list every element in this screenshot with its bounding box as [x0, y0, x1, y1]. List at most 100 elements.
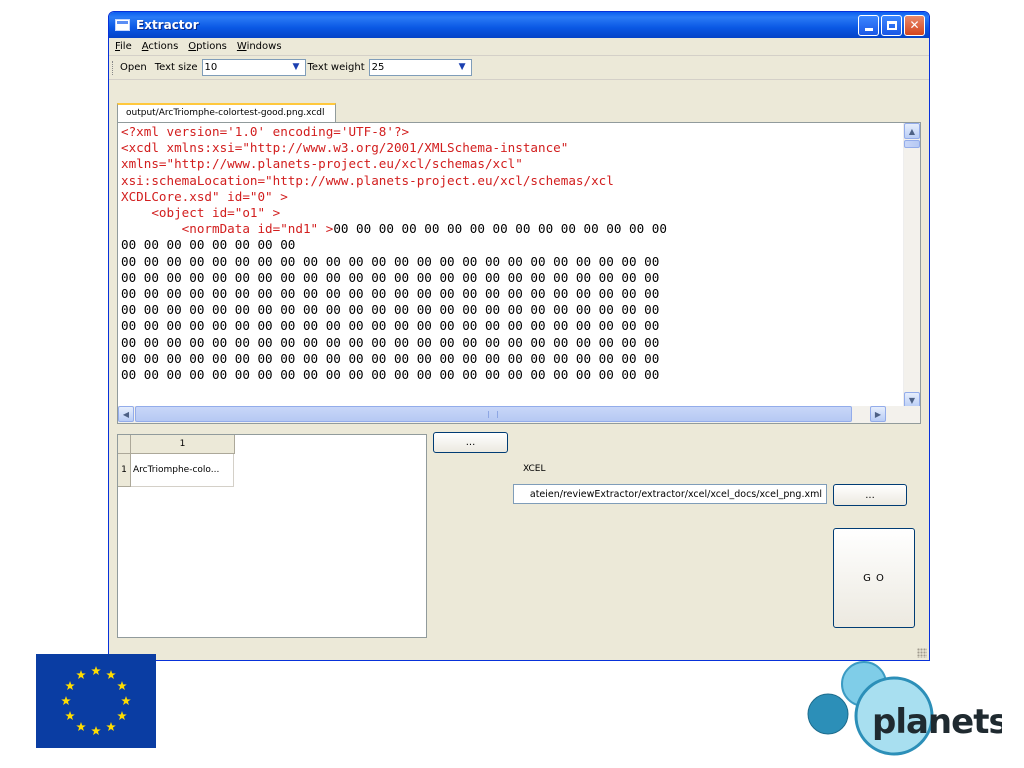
- scroll-left-icon[interactable]: ◀: [118, 406, 134, 422]
- code-line: <xcdl xmlns:xsi="http://www.w3.org/2001/…: [121, 140, 896, 156]
- eu-star-icon: [106, 670, 116, 680]
- hex-data-text: 00 00 00 00 00 00 00 00 00 00 00 00 00 0…: [121, 253, 660, 269]
- eu-stars: [61, 666, 131, 736]
- toolbar: Open Text size 10 ▼ Text weight 25 ▼: [109, 56, 929, 80]
- scroll-right-icon[interactable]: ▶: [870, 406, 886, 422]
- row-header[interactable]: 1: [118, 454, 131, 487]
- window-title: Extractor: [136, 18, 199, 32]
- title-bar[interactable]: Extractor ✕: [109, 12, 929, 38]
- vertical-scrollbar[interactable]: ▲ ▼: [903, 123, 920, 408]
- menu-bar: File Actions Options Windows: [109, 38, 929, 56]
- close-button[interactable]: ✕: [904, 14, 925, 36]
- hex-data-text: 00 00 00 00 00 00 00 00 00 00 00 00 00 0…: [121, 350, 660, 366]
- code-line: 00 00 00 00 00 00 00 00 00 00 00 00 00 0…: [121, 367, 896, 383]
- maximize-button[interactable]: [881, 14, 902, 36]
- menu-options-mnemonic: O: [188, 41, 197, 52]
- hex-data-text: 00 00 00 00 00 00 00 00 00 00 00 00 00 0…: [121, 302, 660, 318]
- minimize-icon: [864, 27, 873, 31]
- eu-star-icon: [106, 721, 116, 732]
- minimize-button[interactable]: [858, 14, 879, 36]
- eu-star-icon: [117, 711, 127, 721]
- code-line: xsi:schemaLocation="http://www.planets-p…: [121, 173, 896, 189]
- chevron-down-icon: ▼: [458, 62, 466, 72]
- xml-line-text: <?xml version='1.0' encoding='UTF-8'?>: [121, 124, 410, 139]
- column-header[interactable]: 1: [131, 435, 235, 454]
- table-corner: [118, 435, 131, 454]
- horizontal-scrollbar[interactable]: ◀ ▶: [118, 406, 920, 423]
- text-weight-value: 25: [371, 62, 385, 73]
- code-line: 00 00 00 00 00 00 00 00 00 00 00 00 00 0…: [121, 270, 896, 286]
- text-weight-select[interactable]: 25 ▼: [368, 59, 472, 76]
- code-line: 00 00 00 00 00 00 00 00 00 00 00 00 00 0…: [121, 318, 896, 334]
- tab-xcdl-file[interactable]: output/ArcTriomphe-colortest-good.png.xc…: [117, 103, 336, 123]
- menu-file-label: ile: [120, 41, 132, 52]
- code-line: 00 00 00 00 00 00 00 00 00 00 00 00 00 0…: [121, 335, 896, 351]
- code-line: xmlns="http://www.planets-project.eu/xcl…: [121, 156, 896, 172]
- table-cell-file[interactable]: ArcTriomphe-colo...: [131, 454, 234, 487]
- extractor-window: Extractor ✕ File Actions Options Windows…: [108, 11, 930, 661]
- go-button[interactable]: G O: [833, 528, 915, 628]
- code-line: 00 00 00 00 00 00 00 00 00 00 00 00 00 0…: [121, 254, 896, 270]
- code-line: 00 00 00 00 00 00 00 00 00 00 00 00 00 0…: [121, 302, 896, 318]
- scroll-up-icon[interactable]: ▲: [904, 123, 920, 139]
- menu-options-label: ptions: [196, 41, 227, 52]
- code-line: XCDLCore.xsd" id="0" >: [121, 189, 896, 205]
- xml-line-text: <normData id="nd1" >: [121, 221, 334, 237]
- xml-line-text: <xcdl xmlns:xsi="http://www.w3.org/2001/…: [121, 140, 569, 156]
- document-tabs: output/ArcTriomphe-colortest-good.png.xc…: [117, 103, 336, 123]
- hex-data-text: 00 00 00 00 00 00 00 00 00 00 00 00 00 0…: [333, 221, 667, 237]
- files-table[interactable]: 1 1 ArcTriomphe-colo...: [117, 434, 427, 638]
- eu-star-icon: [65, 711, 75, 721]
- hex-data-text: 00 00 00 00 00 00 00 00 00 00 00 00 00 0…: [121, 318, 660, 334]
- menu-actions-label: ctions: [148, 41, 179, 52]
- code-line: 00 00 00 00 00 00 00 00 00 00 00 00 00 0…: [121, 351, 896, 367]
- eu-star-icon: [91, 726, 101, 736]
- menu-windows[interactable]: Windows: [234, 41, 289, 52]
- eu-star-icon: [117, 681, 127, 691]
- xcel-browse-button[interactable]: ...: [833, 484, 907, 506]
- xcel-label: XCEL: [523, 464, 546, 474]
- code-line: <?xml version='1.0' encoding='UTF-8'?>: [121, 124, 896, 140]
- eu-star-icon: [91, 666, 101, 676]
- hex-data-text: 00 00 00 00 00 00 00 00: [121, 237, 296, 253]
- open-button[interactable]: Open: [120, 62, 147, 73]
- code-line: 00 00 00 00 00 00 00 00: [121, 237, 896, 253]
- menu-windows-mnemonic: W: [236, 41, 247, 52]
- xcel-path-input[interactable]: ateien/reviewExtractor/extractor/xcel/xc…: [513, 484, 827, 504]
- xcdl-text[interactable]: <?xml version='1.0' encoding='UTF-8'?> <x…: [121, 124, 896, 408]
- close-icon: ✕: [909, 18, 920, 32]
- text-weight-label: Text weight: [307, 62, 365, 73]
- eu-flag-logo: [36, 654, 156, 748]
- text-size-label: Text size: [154, 62, 198, 73]
- menu-options[interactable]: Options: [185, 41, 234, 52]
- svg-text:planets: planets: [872, 702, 1002, 742]
- hex-data-text: 00 00 00 00 00 00 00 00 00 00 00 00 00 0…: [121, 367, 660, 383]
- horizontal-scroll-thumb[interactable]: [135, 406, 852, 422]
- browse-button[interactable]: ...: [433, 432, 508, 453]
- eu-star-icon: [121, 696, 131, 706]
- menu-actions[interactable]: Actions: [139, 41, 186, 52]
- resize-grip[interactable]: [917, 648, 927, 658]
- hex-data-text: 00 00 00 00 00 00 00 00 00 00 00 00 00 0…: [121, 269, 660, 285]
- menu-windows-label: indows: [246, 41, 282, 52]
- code-line: <normData id="nd1" >00 00 00 00 00 00 00…: [121, 221, 896, 237]
- vertical-scroll-thumb[interactable]: [904, 140, 920, 148]
- maximize-icon: [886, 20, 897, 30]
- eu-star-icon: [61, 696, 71, 706]
- eu-star-icon: [76, 721, 86, 732]
- text-size-value: 10: [204, 62, 218, 73]
- menu-file[interactable]: File: [112, 41, 139, 52]
- code-line: <object id="o1" >: [121, 205, 896, 221]
- xml-line-text: <object id="o1" >: [121, 205, 281, 221]
- eu-star-icon: [65, 681, 75, 691]
- planets-logo: planets: [807, 661, 1002, 756]
- hex-data-text: 00 00 00 00 00 00 00 00 00 00 00 00 00 0…: [121, 286, 660, 302]
- text-size-select[interactable]: 10 ▼: [201, 59, 306, 76]
- xml-line-text: XCDLCore.xsd" id="0" >: [121, 188, 288, 204]
- app-window-icon: [115, 19, 130, 31]
- code-line: 00 00 00 00 00 00 00 00 00 00 00 00 00 0…: [121, 286, 896, 302]
- hex-data-text: 00 00 00 00 00 00 00 00 00 00 00 00 00 0…: [121, 334, 660, 350]
- toolbar-grip[interactable]: [112, 60, 115, 75]
- xml-line-text: xmlns="http://www.planets-project.eu/xcl…: [121, 156, 523, 172]
- xcdl-editor[interactable]: <?xml version='1.0' encoding='UTF-8'?> <x…: [117, 122, 921, 424]
